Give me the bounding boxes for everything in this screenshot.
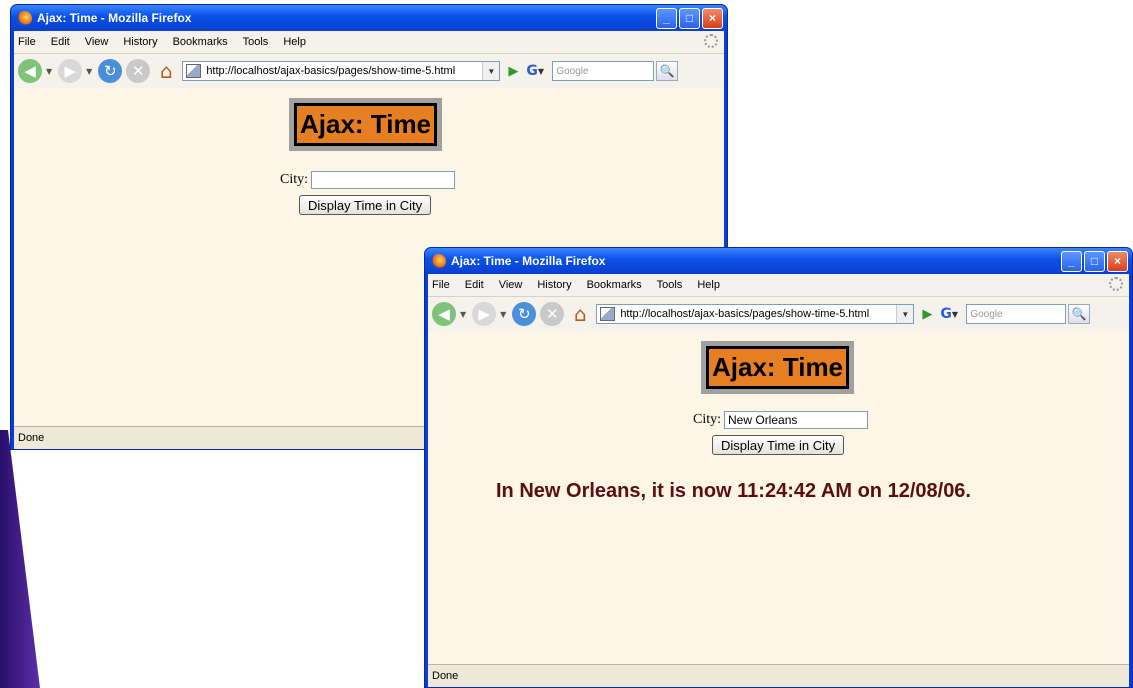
slide-accent-shape	[0, 430, 40, 688]
minimize-button[interactable]: _	[656, 7, 677, 29]
page-favicon-icon	[186, 64, 202, 78]
menu-bar: File Edit View History Bookmarks Tools H…	[428, 274, 1129, 297]
back-button[interactable]: ◀	[432, 302, 456, 326]
search-engine-selector[interactable]: G ▼	[940, 304, 964, 324]
page-content: Ajax: Time City: Display Time in City In…	[428, 331, 1129, 665]
search-icon[interactable]: 🔍	[656, 61, 679, 81]
maximize-button[interactable]: □	[679, 7, 700, 29]
throbber-icon	[704, 34, 718, 48]
menu-tools[interactable]: Tools	[243, 36, 269, 48]
status-bar: Done	[428, 664, 1129, 687]
menu-help[interactable]: Help	[283, 36, 306, 48]
url-history-dropdown[interactable]: ▼	[896, 305, 914, 323]
forward-history-dropdown[interactable]: ▼	[86, 67, 92, 76]
go-button[interactable]: ▶	[922, 307, 932, 322]
back-history-dropdown[interactable]: ▼	[460, 310, 466, 319]
firefox-icon	[431, 253, 446, 269]
search-input[interactable]: Google	[966, 304, 1067, 324]
status-text: Done	[432, 670, 459, 682]
menu-bookmarks[interactable]: Bookmarks	[173, 36, 228, 48]
menu-bookmarks[interactable]: Bookmarks	[587, 279, 642, 291]
city-input[interactable]	[311, 171, 456, 189]
forward-button[interactable]: ▶	[58, 59, 83, 83]
menu-history[interactable]: History	[537, 279, 571, 291]
go-button[interactable]: ▶	[508, 64, 518, 79]
city-label: City:	[280, 172, 309, 187]
back-history-dropdown[interactable]: ▼	[46, 67, 52, 76]
city-row: City:	[693, 411, 869, 429]
menu-tools[interactable]: Tools	[657, 279, 683, 291]
reload-button[interactable]: ↻	[98, 59, 123, 83]
search-input[interactable]: Google	[552, 61, 655, 81]
home-button[interactable]: ⌂	[568, 302, 592, 326]
home-button[interactable]: ⌂	[154, 59, 178, 83]
window-title: Ajax: Time - Mozilla Firefox	[451, 254, 606, 268]
back-button[interactable]: ◀	[18, 59, 42, 83]
window-title: Ajax: Time - Mozilla Firefox	[37, 11, 192, 25]
menu-edit[interactable]: Edit	[465, 279, 484, 291]
menu-file[interactable]: File	[432, 279, 450, 291]
menu-view[interactable]: View	[499, 279, 523, 291]
menu-history[interactable]: History	[123, 36, 157, 48]
status-text: Done	[18, 432, 45, 444]
page-title: Ajax: Time	[701, 341, 855, 394]
url-text: http://localhost/ajax-basics/pages/show-…	[206, 65, 456, 77]
menu-file[interactable]: File	[18, 36, 36, 48]
menu-bar: File Edit View History Bookmarks Tools H…	[14, 31, 724, 54]
menu-help[interactable]: Help	[697, 279, 720, 291]
firefox-icon	[17, 10, 32, 26]
url-text: http://localhost/ajax-basics/pages/show-…	[620, 308, 870, 320]
throbber-icon	[1109, 277, 1123, 291]
close-button[interactable]: ×	[1107, 250, 1128, 272]
url-history-dropdown[interactable]: ▼	[482, 62, 500, 80]
reload-button[interactable]: ↻	[512, 302, 537, 326]
city-row: City:	[280, 171, 456, 189]
city-input[interactable]	[724, 411, 869, 429]
navigation-toolbar: ◀ ▼ ▶ ▼ ↻ ✕ ⌂ http://localhost/ajax-basi…	[14, 54, 724, 89]
search-icon[interactable]: 🔍	[1068, 304, 1091, 324]
minimize-button[interactable]: _	[1061, 250, 1082, 272]
forward-button[interactable]: ▶	[472, 302, 497, 326]
city-label: City:	[693, 412, 722, 427]
stop-button[interactable]: ✕	[126, 59, 151, 83]
window-titlebar[interactable]: Ajax: Time - Mozilla Firefox _ □ ×	[425, 248, 1132, 274]
window-titlebar[interactable]: Ajax: Time - Mozilla Firefox _ □ ×	[11, 5, 727, 31]
stop-button[interactable]: ✕	[540, 302, 565, 326]
menu-view[interactable]: View	[85, 36, 109, 48]
address-bar[interactable]: http://localhost/ajax-basics/pages/show-…	[182, 61, 501, 81]
maximize-button[interactable]: □	[1084, 250, 1105, 272]
address-bar[interactable]: http://localhost/ajax-basics/pages/show-…	[596, 304, 915, 324]
search-engine-selector[interactable]: G ▼	[526, 61, 550, 81]
menu-edit[interactable]: Edit	[51, 36, 70, 48]
window-body: File Edit View History Bookmarks Tools H…	[428, 274, 1129, 687]
page-title: Ajax: Time	[289, 98, 443, 151]
navigation-toolbar: ◀ ▼ ▶ ▼ ↻ ✕ ⌂ http://localhost/ajax-basi…	[428, 297, 1129, 332]
close-button[interactable]: ×	[702, 7, 723, 29]
page-favicon-icon	[600, 307, 616, 321]
firefox-window-result: Ajax: Time - Mozilla Firefox _ □ × File …	[424, 247, 1133, 688]
forward-history-dropdown[interactable]: ▼	[500, 310, 506, 319]
display-time-button[interactable]: Display Time in City	[712, 435, 845, 455]
display-time-button[interactable]: Display Time in City	[299, 195, 432, 215]
time-result-text: In New Orleans, it is now 11:24:42 AM on…	[496, 480, 971, 502]
